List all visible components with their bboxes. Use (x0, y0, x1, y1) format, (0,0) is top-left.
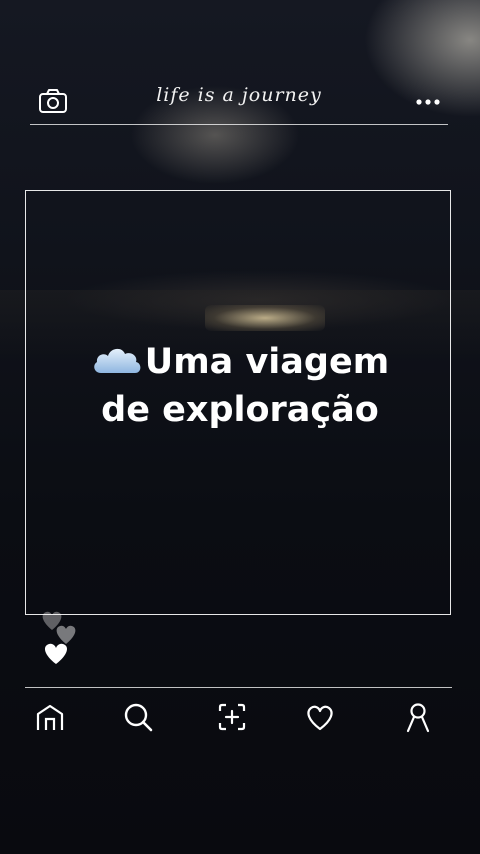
reaction-hearts[interactable] (36, 608, 86, 670)
add-post-icon (218, 703, 246, 731)
caption-line-2: de exploração (101, 390, 379, 430)
caption-line-1: Uma viagem (30, 338, 450, 386)
nav-home-button[interactable] (33, 700, 67, 734)
profile-icon (406, 703, 430, 733)
nav-likes-button[interactable] (303, 700, 337, 734)
hearts-icon (42, 611, 76, 664)
caption-text-1: Uma viagem (144, 342, 390, 382)
nav-search-button[interactable] (121, 700, 155, 734)
nav-profile-button[interactable] (401, 700, 435, 734)
nav-add-button[interactable] (215, 700, 249, 734)
page-title: life is a journey (156, 84, 322, 106)
more-icon (416, 99, 440, 105)
more-options-button[interactable] (414, 88, 444, 114)
header-bar: life is a journey (30, 78, 448, 125)
search-icon (124, 703, 153, 732)
bottom-nav (25, 687, 452, 748)
cloud-icon (94, 348, 141, 373)
home-icon (36, 704, 64, 730)
heart-icon (307, 705, 333, 731)
post-caption: Uma viagem de exploração (30, 338, 450, 434)
